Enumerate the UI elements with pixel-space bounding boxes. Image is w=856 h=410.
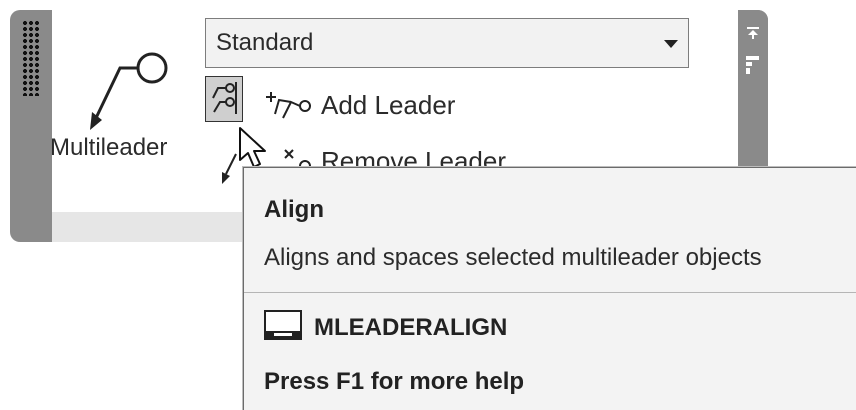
tooltip-description: Aligns and spaces selected multileader o… bbox=[264, 244, 762, 271]
command-window-icon bbox=[264, 309, 304, 348]
grip-icon[interactable] bbox=[22, 20, 40, 96]
tooltip-help: Press F1 for more help bbox=[264, 368, 525, 395]
multileader-label: Multileader bbox=[50, 134, 168, 161]
add-leader-icon bbox=[265, 88, 313, 127]
multileader-icon bbox=[90, 52, 168, 130]
align-tooltip: Align Aligns and spaces selected multile… bbox=[243, 167, 856, 410]
panel-options-icon[interactable] bbox=[744, 54, 762, 81]
pin-panel-icon[interactable] bbox=[744, 26, 762, 53]
chevron-down-icon bbox=[664, 40, 678, 48]
multileader-button[interactable]: Multileader bbox=[50, 36, 200, 186]
tooltip-command: MLEADERALIGN bbox=[314, 314, 508, 341]
tooltip-title: Align bbox=[264, 196, 324, 223]
align-leaders-icon bbox=[212, 82, 237, 114]
add-leader-label: Add Leader bbox=[321, 90, 456, 120]
style-select-value: Standard bbox=[216, 29, 314, 56]
tooltip-divider bbox=[244, 292, 856, 293]
multileader-style-select[interactable]: Standard bbox=[205, 18, 689, 68]
align-leaders-button[interactable] bbox=[205, 76, 243, 122]
